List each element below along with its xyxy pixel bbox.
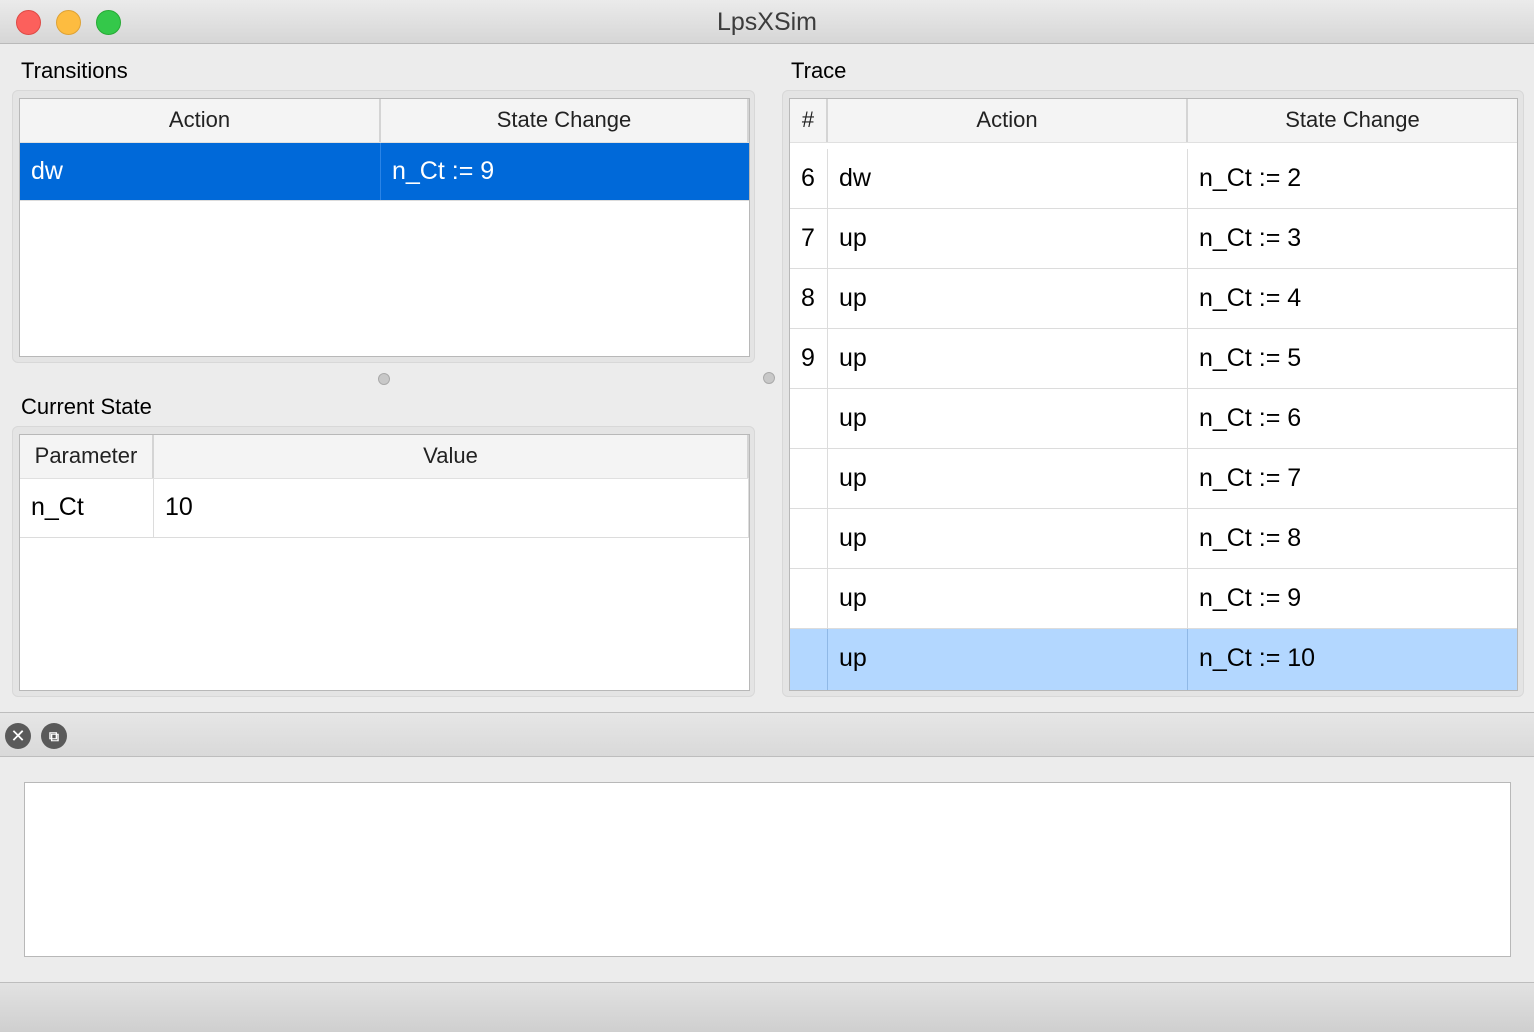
trace-index-cell bbox=[790, 509, 828, 568]
trace-header-state-change[interactable]: State Change bbox=[1188, 99, 1517, 142]
header-value[interactable]: Value bbox=[154, 435, 749, 478]
trace-state-change-cell: n_Ct := 3 bbox=[1199, 224, 1302, 252]
trace-row[interactable]: up n_Ct := 6 bbox=[790, 389, 1517, 449]
trace-action-cell: dw bbox=[828, 149, 1188, 208]
title-bar: LpsXSim bbox=[0, 0, 1534, 44]
trace-row[interactable]: up n_Ct := 8 bbox=[790, 509, 1517, 569]
trace-action-cell: up bbox=[828, 449, 1188, 508]
trace-row[interactable]: 7 up n_Ct := 3 bbox=[790, 209, 1517, 269]
transitions-header-action[interactable]: Action bbox=[20, 99, 381, 142]
trace-action-cell: up bbox=[828, 569, 1188, 628]
transitions-header-state-change[interactable]: State Change bbox=[381, 99, 749, 142]
trace-index-cell bbox=[790, 629, 828, 690]
header-parameter[interactable]: Parameter bbox=[20, 435, 154, 478]
trace-index-cell bbox=[790, 449, 828, 508]
horizontal-splitter-handle[interactable] bbox=[763, 372, 775, 384]
trace-state-change-cell: n_Ct := 6 bbox=[1199, 404, 1302, 432]
trace-index-cell: 8 bbox=[790, 269, 828, 328]
trace-table[interactable]: # Action State Change 6 dw n_Ct := 2 7 u… bbox=[789, 98, 1518, 691]
current-state-table[interactable]: Parameter Value n_Ct 10 bbox=[19, 434, 750, 691]
trace-state-change-cell: n_Ct := 8 bbox=[1199, 524, 1302, 552]
trace-state-change-cell: n_Ct := 7 bbox=[1199, 464, 1302, 492]
trace-row[interactable]: 9 up n_Ct := 5 bbox=[790, 329, 1517, 389]
trace-index-cell bbox=[790, 389, 828, 448]
window-title: LpsXSim bbox=[716, 8, 818, 36]
current-state-panel: Parameter Value n_Ct 10 bbox=[12, 426, 755, 697]
current-state-label: Current State bbox=[21, 394, 152, 419]
trace-action-cell: up bbox=[828, 329, 1188, 388]
trace-action-cell: up bbox=[828, 389, 1188, 448]
parameter-cell: n_Ct bbox=[20, 479, 154, 537]
status-bar bbox=[0, 982, 1534, 1032]
trace-row[interactable]: 8 up n_Ct := 4 bbox=[790, 269, 1517, 329]
transitions-table-header: Action State Change bbox=[20, 99, 749, 143]
trace-header-index[interactable]: # bbox=[790, 99, 828, 142]
transitions-table[interactable]: Action State Change dw n_Ct := 9 bbox=[19, 98, 750, 357]
trace-row[interactable]: up n_Ct := 9 bbox=[790, 569, 1517, 629]
trace-row[interactable]: up n_Ct := 7 bbox=[790, 449, 1517, 509]
transitions-panel: Action State Change dw n_Ct := 9 bbox=[12, 90, 755, 363]
trace-action-cell: up bbox=[828, 209, 1188, 268]
undock-icon[interactable]: ⧉ bbox=[41, 723, 67, 749]
trace-action-cell: up bbox=[828, 509, 1188, 568]
trace-index-cell: 9 bbox=[790, 329, 828, 388]
close-circle-icon[interactable]: ✕ bbox=[5, 723, 31, 749]
trace-index-cell bbox=[790, 569, 828, 628]
trace-state-change-cell: n_Ct := 9 bbox=[1199, 584, 1302, 612]
transition-action-cell: dw bbox=[20, 143, 381, 200]
trace-index-cell: 7 bbox=[790, 209, 828, 268]
trace-index-cell: 6 bbox=[790, 149, 828, 208]
trace-row[interactable]: 6 dw n_Ct := 2 bbox=[790, 149, 1517, 209]
trace-action-cell: up bbox=[828, 269, 1188, 328]
current-state-table-header: Parameter Value bbox=[20, 435, 749, 479]
trace-state-change-cell: n_Ct := 4 bbox=[1199, 284, 1302, 312]
trace-state-change-cell: n_Ct := 10 bbox=[1199, 644, 1316, 672]
trace-state-change-cell: n_Ct := 2 bbox=[1199, 164, 1302, 192]
trace-action-cell: up bbox=[828, 629, 1188, 690]
trace-row-selected[interactable]: up n_Ct := 10 bbox=[790, 629, 1517, 690]
vertical-splitter-handle[interactable] bbox=[378, 373, 390, 385]
output-log[interactable] bbox=[24, 782, 1511, 957]
transitions-label: Transitions bbox=[21, 58, 128, 83]
output-dock-titlebar: ✕ ⧉ bbox=[0, 712, 1534, 757]
value-cell: 10 bbox=[154, 479, 749, 537]
transition-row[interactable]: dw n_Ct := 9 bbox=[20, 143, 749, 201]
trace-header-action[interactable]: Action bbox=[828, 99, 1188, 142]
trace-label: Trace bbox=[791, 58, 847, 83]
trace-table-header: # Action State Change bbox=[790, 99, 1517, 143]
trace-panel: # Action State Change 6 dw n_Ct := 2 7 u… bbox=[782, 90, 1524, 697]
state-row[interactable]: n_Ct 10 bbox=[20, 479, 749, 538]
transition-state-change-cell: n_Ct := 9 bbox=[392, 157, 495, 185]
trace-state-change-cell: n_Ct := 5 bbox=[1199, 344, 1302, 372]
